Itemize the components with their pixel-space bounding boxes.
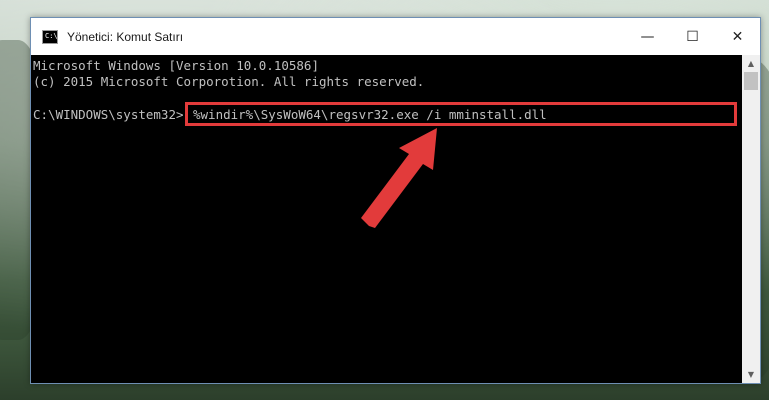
window-title: Yönetici: Komut Satırı (67, 29, 184, 44)
vertical-scrollbar[interactable]: ▲ ▼ (742, 55, 760, 383)
scroll-down-button[interactable]: ▼ (742, 366, 760, 383)
window-controls: — ☐ ✕ (625, 18, 760, 55)
command-prompt-window[interactable]: C:\_ Yönetici: Komut Satırı — ☐ ✕ Micros… (30, 17, 761, 384)
console-line: Microsoft Windows [Version 10.0.10586] (33, 58, 319, 73)
maximize-button[interactable]: ☐ (670, 18, 715, 55)
console-area[interactable]: Microsoft Windows [Version 10.0.10586] (… (31, 55, 742, 383)
cmd-icon: C:\_ (42, 29, 62, 44)
command-highlight-box (185, 102, 737, 126)
minimize-button[interactable]: — (625, 18, 670, 55)
console-line: (c) 2015 Microsoft Corporotion. All righ… (33, 74, 425, 89)
scroll-up-button[interactable]: ▲ (742, 55, 760, 72)
close-button[interactable]: ✕ (715, 18, 760, 55)
scroll-thumb[interactable] (744, 72, 758, 90)
console-prompt: C:\WINDOWS\system32> (33, 107, 184, 122)
title-bar[interactable]: C:\_ Yönetici: Komut Satırı — ☐ ✕ (31, 18, 760, 55)
arrow-icon (361, 128, 437, 228)
